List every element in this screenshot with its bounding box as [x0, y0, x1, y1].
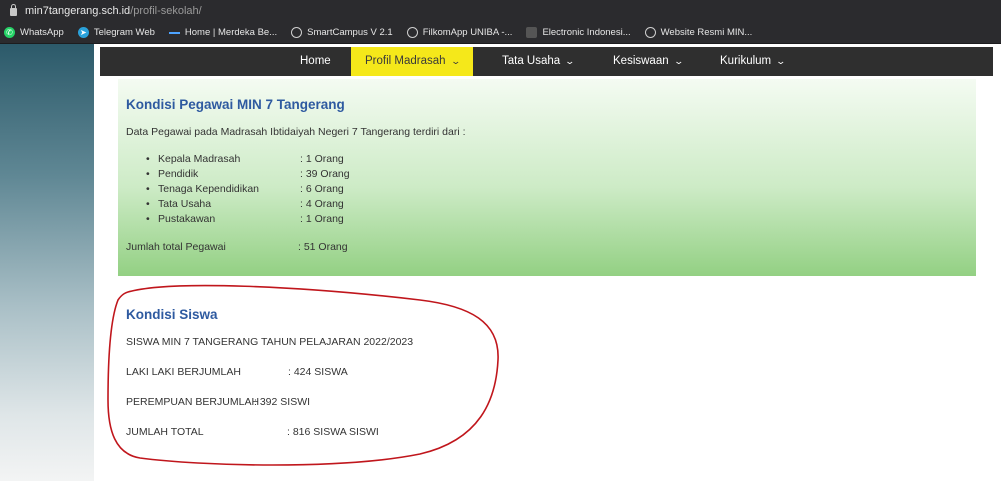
pegawai-title: Kondisi Pegawai MIN 7 Tangerang: [126, 97, 345, 112]
laki-value: : 424 SISWA: [288, 366, 348, 378]
item-label: Tenaga Kependidikan: [158, 183, 260, 195]
nav-home[interactable]: Home: [300, 47, 331, 76]
siswa-heading-text: SISWA MIN 7 TANGERANG TAHUN PELAJARAN 20…: [126, 336, 414, 348]
nav-kurikulum-label: Kurikulum: [720, 55, 772, 67]
bookmark-label: Telegram Web: [93, 27, 155, 38]
nav-kurikulum[interactable]: Kurikulum ⌄: [720, 47, 787, 76]
chevron-down-icon: ⌄: [450, 56, 461, 66]
bullet-icon: •: [146, 198, 150, 210]
merdeka-icon: [168, 31, 180, 34]
bookmark-label: Website Resmi MIN...: [660, 27, 753, 38]
total-siswa-label: JUMLAH TOTAL: [126, 426, 204, 438]
chevron-down-icon: ⌄: [673, 56, 684, 66]
item-label: Kepala Madrasah: [158, 153, 241, 165]
item-label: Pustakawan: [158, 213, 216, 225]
siswa-laki-row: LAKI LAKI BERJUMLAH : 424 SISWA: [126, 366, 348, 378]
siswa-perempuan-row: PEREMPUAN BERJUMLAH : 392 SISWI: [126, 396, 310, 408]
bullet-icon: •: [146, 153, 150, 165]
url-host: min7tangerang.sch.id: [25, 5, 131, 17]
decorative-background-image: [0, 44, 94, 481]
siswa-total-row: JUMLAH TOTAL : 816 SISWA SISWI: [126, 426, 379, 438]
globe-icon: [644, 27, 656, 38]
bookmark-telegram[interactable]: ➤ Telegram Web: [77, 27, 155, 38]
item-value: : 6 Orang: [300, 183, 344, 195]
total-siswa-value: : 816 SISWA SISWI: [287, 426, 379, 438]
item-value: : 39 Orang: [300, 168, 350, 180]
list-item: • Kepala Madrasah : 1 Orang: [146, 152, 350, 167]
pegawai-intro: Data Pegawai pada Madrasah Ibtidaiyah Ne…: [126, 126, 466, 138]
list-item: • Pendidik : 39 Orang: [146, 167, 350, 182]
item-value: : 1 Orang: [300, 213, 344, 225]
item-label: Pendidik: [158, 168, 199, 180]
bookmark-electronic[interactable]: Electronic Indonesi...: [526, 27, 631, 38]
bookmark-smartcampus[interactable]: SmartCampus V 2.1: [291, 27, 393, 38]
bookmark-website-resmi[interactable]: Website Resmi MIN...: [644, 27, 753, 38]
pegawai-total: Jumlah total Pegawai : 51 Orang: [126, 241, 348, 253]
total-value: : 51 Orang: [298, 241, 348, 253]
chevron-down-icon: ⌄: [564, 56, 576, 66]
item-value: : 1 Orang: [300, 153, 344, 165]
lock-icon[interactable]: [10, 4, 17, 16]
bookmark-filkomapp[interactable]: FilkomApp UNIBA -...: [406, 27, 513, 38]
bookmark-label: SmartCampus V 2.1: [307, 27, 393, 38]
nav-kesiswaan-label: Kesiswaan: [613, 55, 669, 67]
list-item: • Tata Usaha : 4 Orang: [146, 197, 350, 212]
nav-profil-madrasah[interactable]: Profil Madrasah ⌄: [351, 47, 474, 76]
bookmark-label: Electronic Indonesi...: [542, 27, 631, 38]
bookmark-merdeka[interactable]: Home | Merdeka Be...: [168, 27, 278, 38]
address-bar[interactable]: min7tangerang.sch.id/profil-sekolah/: [0, 0, 1001, 22]
bullet-icon: •: [146, 183, 150, 195]
bullet-icon: •: [146, 213, 150, 225]
chevron-down-icon: ⌄: [775, 56, 787, 66]
nav-home-label: Home: [300, 55, 331, 67]
nav-kesiswaan[interactable]: Kesiswaan ⌄: [613, 47, 684, 76]
laki-label: LAKI LAKI BERJUMLAH: [126, 366, 241, 378]
bullet-icon: •: [146, 168, 150, 180]
bookmarks-bar: ✆ WhatsApp ➤ Telegram Web Home | Merdeka…: [0, 22, 1001, 44]
item-value: : 4 Orang: [300, 198, 344, 210]
nav-tata-usaha-label: Tata Usaha: [502, 55, 561, 67]
bookmark-whatsapp[interactable]: ✆ WhatsApp: [4, 27, 64, 38]
nav-profil-label: Profil Madrasah: [365, 55, 446, 67]
perempuan-value: : 392 SISWI: [254, 396, 311, 408]
whatsapp-icon: ✆: [4, 27, 15, 38]
bookmark-label: WhatsApp: [20, 27, 64, 38]
nav-tata-usaha[interactable]: Tata Usaha ⌄: [502, 47, 576, 76]
siswa-heading: SISWA MIN 7 TANGERANG TAHUN PELAJARAN 20…: [126, 336, 413, 348]
list-item: • Pustakawan : 1 Orang: [146, 212, 350, 227]
total-label: Jumlah total Pegawai: [126, 241, 226, 253]
perempuan-label: PEREMPUAN BERJUMLAH: [126, 396, 260, 408]
blank-page-icon: [526, 27, 538, 38]
bookmark-label: Home | Merdeka Be...: [184, 27, 278, 38]
globe-icon: [291, 27, 303, 38]
pegawai-list: • Kepala Madrasah : 1 Orang • Pendidik : 39 …: [146, 152, 350, 227]
main-navigation: Home Profil Madrasah ⌄ Tata Usaha ⌄ Kesisw…: [100, 47, 993, 76]
bookmark-label: FilkomApp UNIBA -...: [422, 27, 513, 38]
pegawai-panel: Kondisi Pegawai MIN 7 Tangerang Data Peg…: [118, 79, 976, 276]
list-item: • Tenaga Kependidikan : 6 Orang: [146, 182, 350, 197]
url-text[interactable]: min7tangerang.sch.id/profil-sekolah/: [25, 5, 202, 17]
item-label: Tata Usaha: [158, 198, 212, 210]
url-path: /profil-sekolah/: [130, 5, 202, 17]
siswa-title: Kondisi Siswa: [126, 307, 218, 322]
telegram-icon: ➤: [77, 27, 89, 38]
globe-icon: [406, 27, 418, 38]
